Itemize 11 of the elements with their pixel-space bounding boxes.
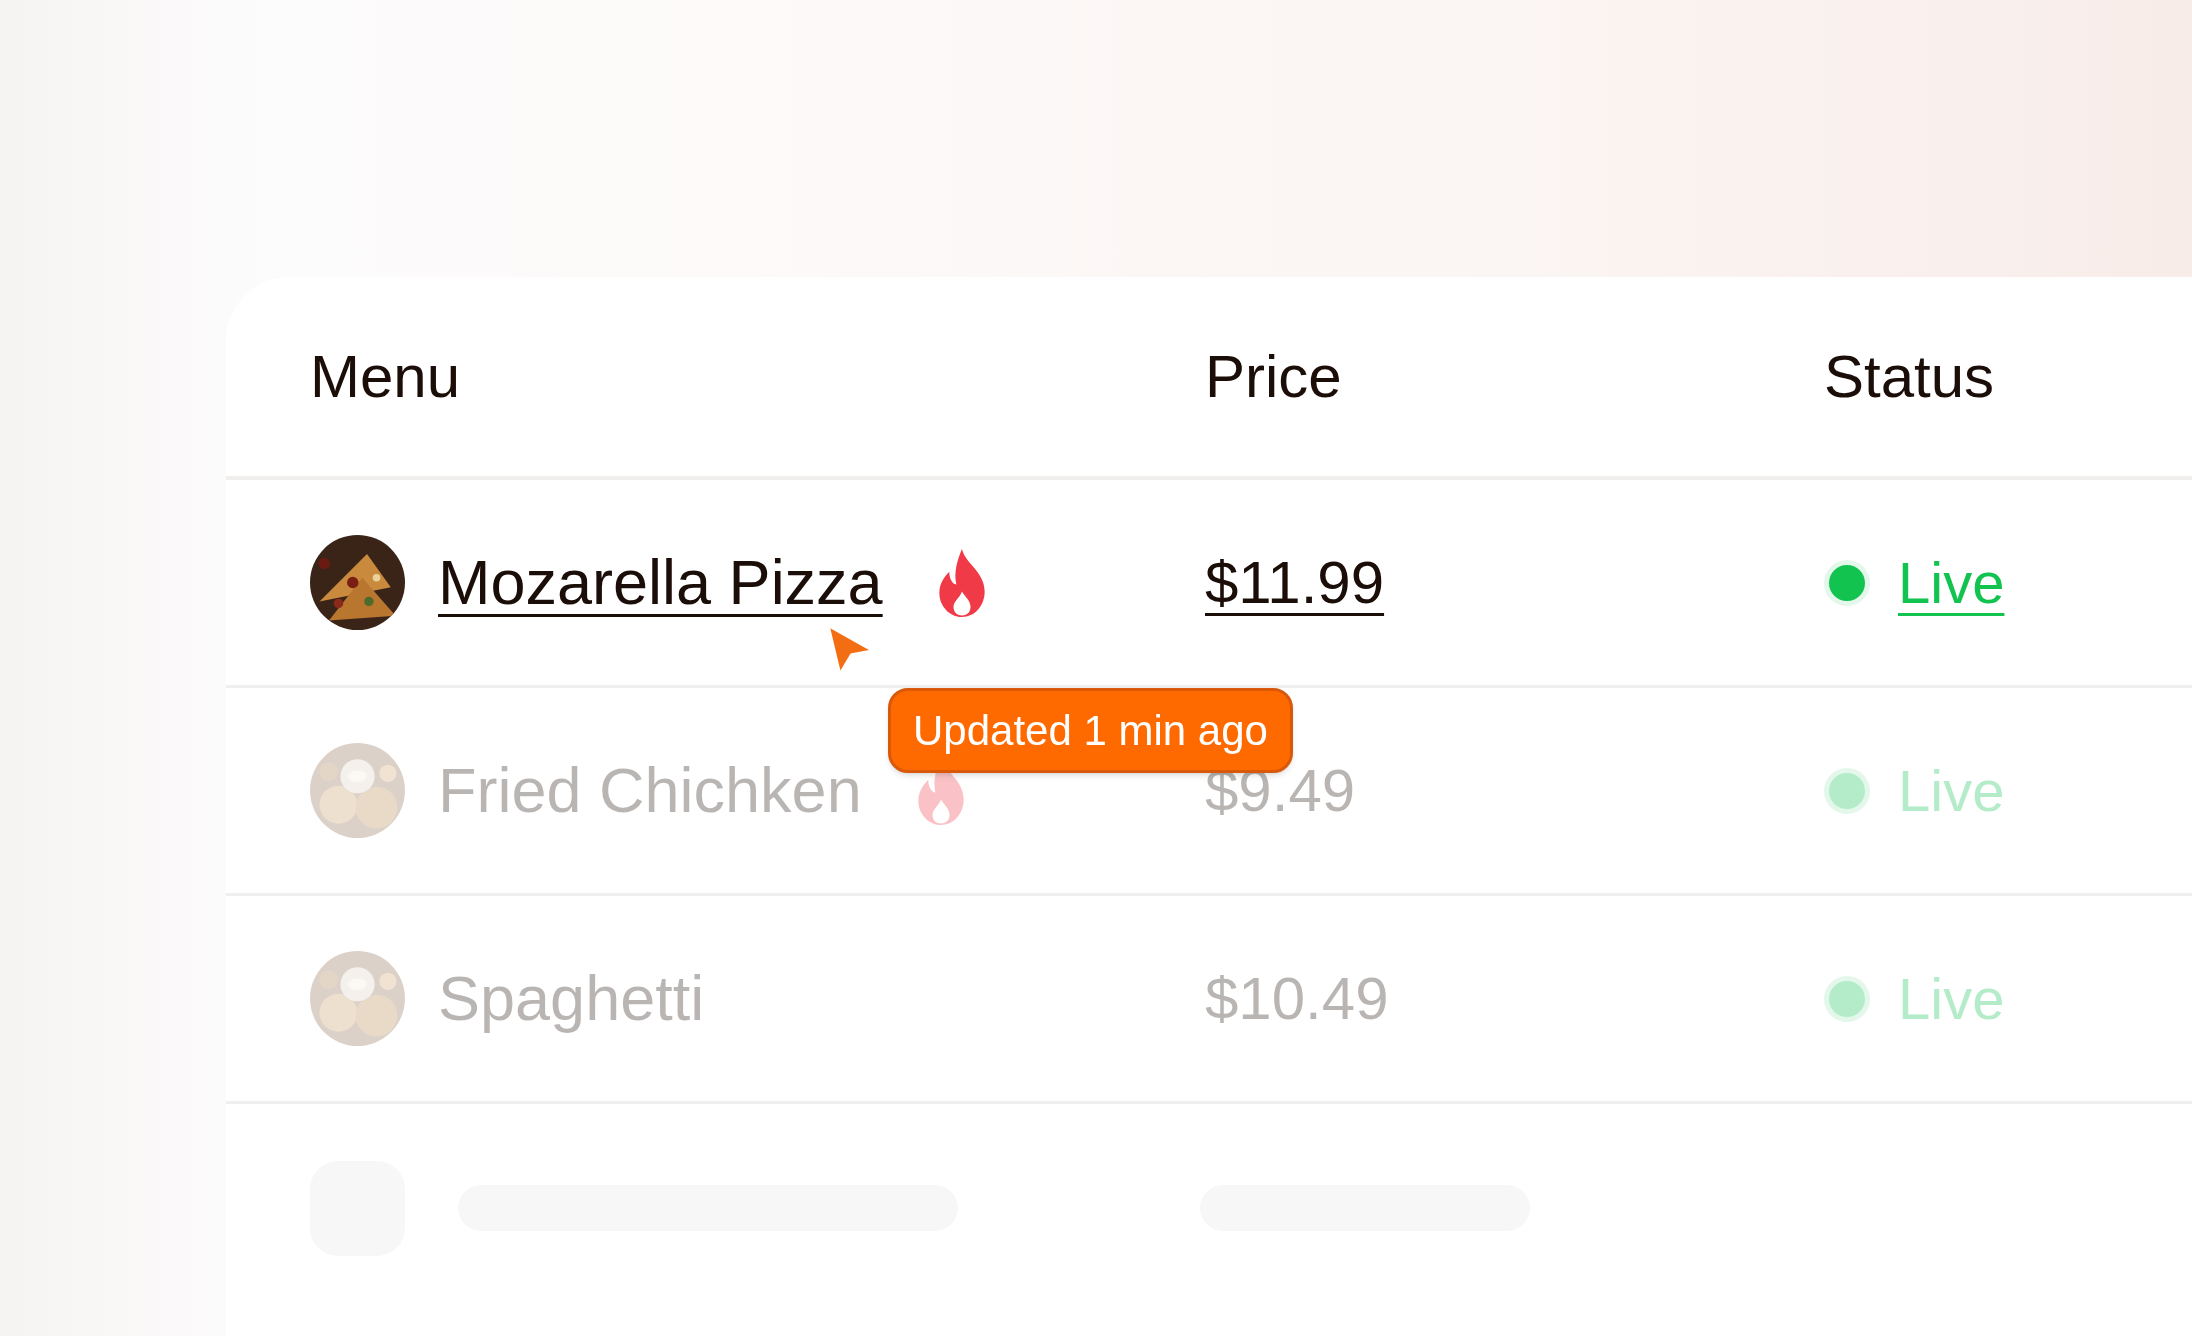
status-link[interactable]: Live [1898,539,2005,626]
menu-item-name[interactable]: Spaghetti [438,951,705,1046]
menu-item-name[interactable]: Fried Chichken [438,743,862,838]
status-link[interactable]: Live [1898,747,2005,834]
column-header: Status [1824,341,1995,412]
status-link[interactable]: Live [1898,955,2005,1042]
column-header: Menu [310,341,462,412]
price-text[interactable]: $11.99 [1205,537,1824,628]
column-header: Price [1205,341,1343,412]
tooltip: Updated 1 min ago [888,688,1293,773]
menu-item-name[interactable]: Mozarella Pizza [438,535,883,630]
